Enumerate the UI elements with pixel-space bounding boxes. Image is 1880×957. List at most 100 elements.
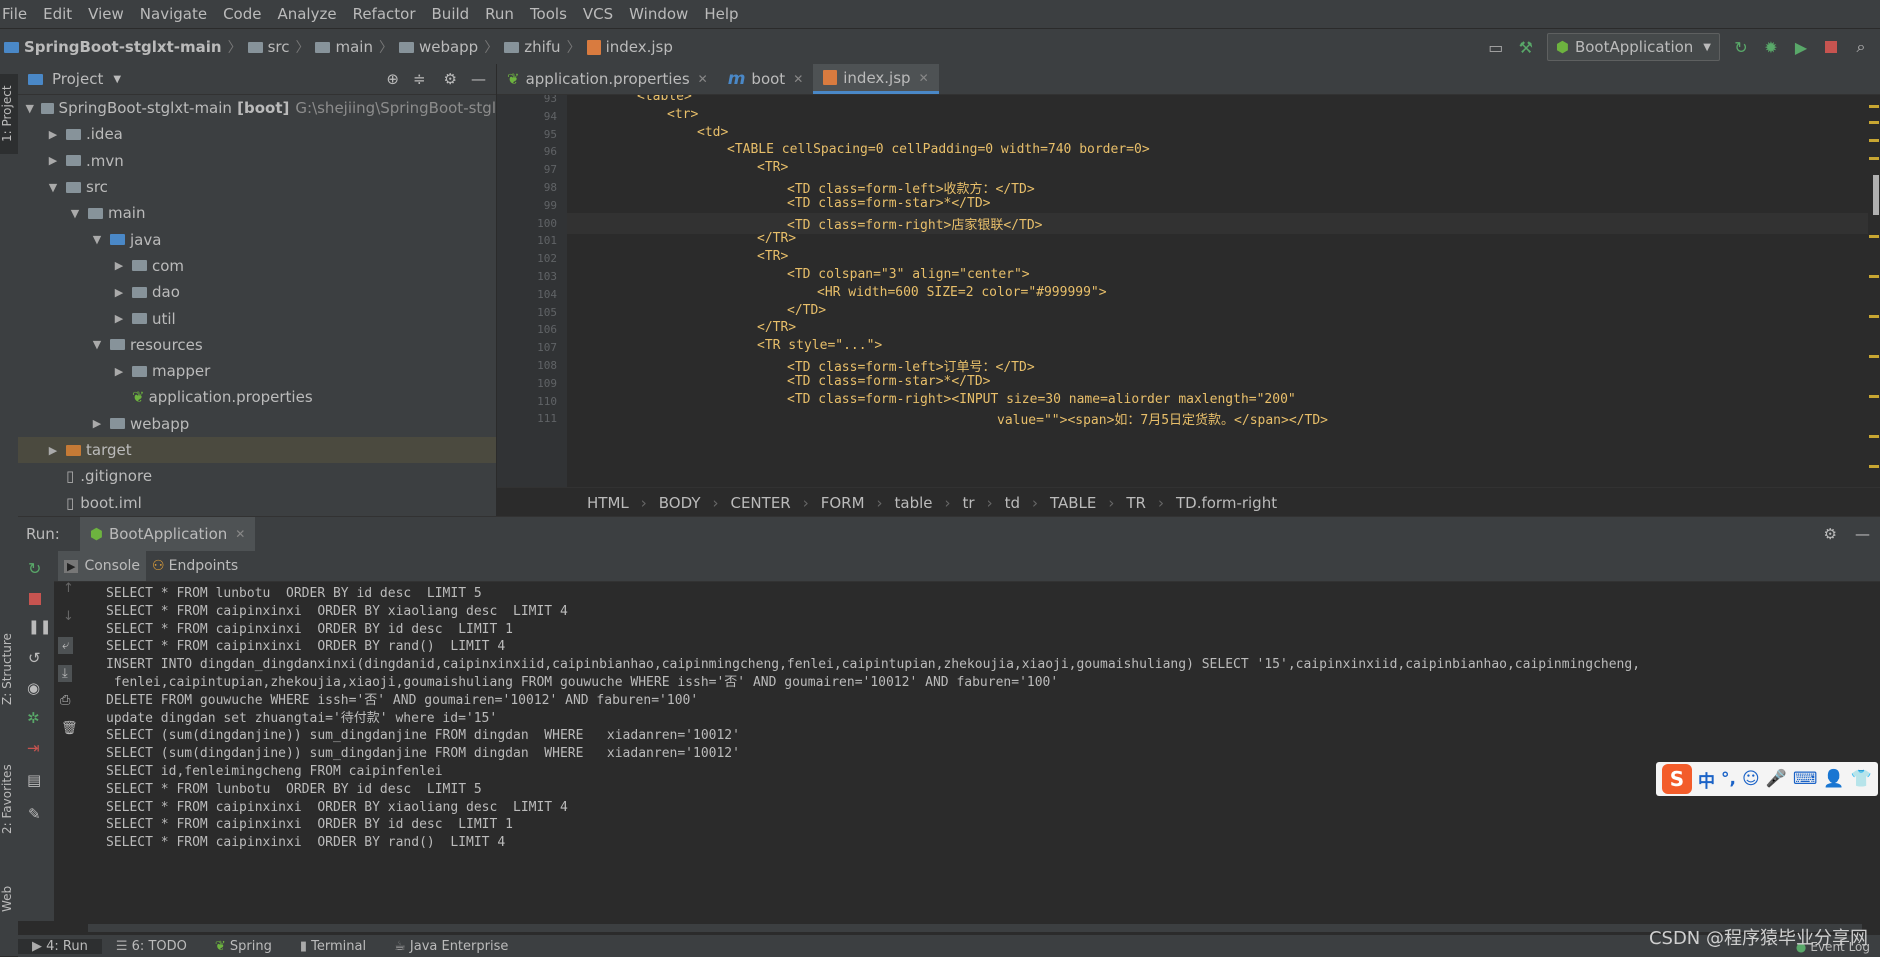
chevron-down-icon[interactable]: ▼ (24, 102, 35, 115)
close-icon[interactable]: ✕ (235, 527, 245, 541)
trash-icon[interactable]: 🗑 (61, 721, 78, 736)
chevron-right-icon[interactable]: ▶ (112, 286, 126, 299)
chevron-down-icon[interactable]: ▼ (46, 181, 60, 194)
locate-icon[interactable]: ⊕ (386, 70, 399, 88)
collapse-icon[interactable]: ≑ (413, 70, 426, 88)
bottom-tab[interactable]: ☰ 6: TODO (102, 939, 201, 954)
tag-breadcrumb-item[interactable]: tr (963, 494, 975, 512)
menu-vcs[interactable]: VCS (575, 0, 621, 28)
emoji-icon[interactable]: ☺ (1742, 769, 1760, 789)
user-icon[interactable]: 👤 (1823, 769, 1844, 789)
tag-breadcrumb-item[interactable]: CENTER (730, 494, 790, 512)
chevron-right-icon[interactable]: ▶ (46, 128, 60, 141)
tree-item[interactable]: ▶ dao (18, 279, 496, 305)
breadcrumb-item[interactable]: src (268, 38, 290, 56)
run-config-tab[interactable]: ⬢ BootApplication ✕ (79, 517, 256, 551)
tag-breadcrumb-item[interactable]: FORM (821, 494, 865, 512)
tab-project-tool[interactable]: 1: Project (0, 74, 18, 154)
tree-item[interactable]: ▼ java (18, 226, 496, 252)
menu-code[interactable]: Code (215, 0, 269, 28)
console-output[interactable]: SELECT * FROM lunbotu ORDER BY id desc L… (106, 585, 1880, 905)
menu-help[interactable]: Help (696, 0, 746, 28)
ime-toolbar[interactable]: S 中 °, ☺ 🎤 ⌨ 👤 👕 (1656, 762, 1878, 796)
tree-item[interactable]: ▶ webapp (18, 411, 496, 437)
tag-breadcrumb-item[interactable]: HTML (587, 494, 629, 512)
chevron-right-icon[interactable]: ▶ (112, 312, 126, 325)
gear-icon[interactable]: ⚙ (444, 70, 457, 88)
menu-edit[interactable]: Edit (35, 0, 80, 28)
exit-icon[interactable]: ⇥ (27, 739, 40, 757)
menu-window[interactable]: Window (621, 0, 696, 28)
tree-item[interactable]: ▶ .mvn (18, 148, 496, 174)
punctuation-icon[interactable]: °, (1721, 769, 1736, 789)
microphone-icon[interactable]: 🎤 (1766, 769, 1787, 789)
pin-icon[interactable]: ✎ (28, 805, 41, 823)
tree-item[interactable]: ▯ boot.iml (18, 489, 496, 515)
tree-item[interactable]: ▶ .idea (18, 121, 496, 147)
bottom-tab[interactable]: ▮ Terminal (286, 939, 380, 954)
menu-view[interactable]: View (80, 0, 132, 28)
chevron-down-icon[interactable]: ▼ (68, 207, 82, 220)
tree-item[interactable]: ▼ main (18, 200, 496, 226)
chevron-right-icon[interactable]: ▶ (46, 154, 60, 167)
gear-icon[interactable]: ⚙ (1824, 525, 1837, 543)
tree-item[interactable]: ▯ .gitignore (18, 463, 496, 489)
editor-tab[interactable]: index.jsp ✕ (813, 64, 939, 94)
restore-icon[interactable]: ↺ (28, 649, 41, 667)
layout-icon[interactable]: ▤ (27, 771, 41, 789)
tree-item[interactable]: ▼ resources (18, 332, 496, 358)
breadcrumb-item[interactable]: zhifu (524, 38, 560, 56)
tag-breadcrumb-item[interactable]: TABLE (1050, 494, 1096, 512)
menu-navigate[interactable]: Navigate (132, 0, 215, 28)
tree-item[interactable]: ▶ target (18, 436, 496, 464)
chevron-right-icon[interactable]: ▶ (112, 259, 126, 272)
print-icon[interactable]: ⎙ (60, 693, 70, 708)
soft-wrap-icon[interactable]: ⤶ (58, 637, 74, 654)
console-horizontal-scrollbar[interactable] (88, 924, 1862, 932)
tag-breadcrumb-item[interactable]: TR (1126, 494, 1146, 512)
chevron-right-icon[interactable]: ▶ (46, 444, 60, 457)
breadcrumb-item[interactable]: webapp (419, 38, 478, 56)
tree-item[interactable]: ▶ mapper (18, 358, 496, 384)
close-icon[interactable]: ✕ (793, 72, 803, 86)
chevron-right-icon[interactable]: ▶ (90, 417, 104, 430)
tag-breadcrumb-item[interactable]: td (1005, 494, 1020, 512)
tab-endpoints[interactable]: ⚇ Endpoints (146, 551, 244, 581)
scroll-to-end-icon[interactable]: ⤓ (58, 665, 72, 682)
chevron-down-icon[interactable]: ▼ (90, 338, 104, 351)
stop-icon[interactable] (29, 593, 41, 605)
tag-breadcrumb-item[interactable]: TD.form-right (1176, 494, 1277, 512)
tree-item[interactable]: ▼ SpringBoot-stglxt-main [boot] G:\shejii… (18, 95, 496, 121)
project-panel-title[interactable]: Project (52, 70, 103, 88)
breadcrumb-item[interactable]: main (335, 38, 372, 56)
menu-run[interactable]: Run (477, 0, 522, 28)
pause-icon[interactable]: ❚❚ (28, 619, 51, 635)
arrow-down-icon[interactable]: ↓ (63, 609, 74, 624)
bottom-tab[interactable]: ❦ Spring (201, 939, 286, 954)
tab-web-tool[interactable]: Web (0, 874, 18, 924)
close-icon[interactable]: ✕ (698, 72, 708, 86)
menu-refactor[interactable]: Refactor (345, 0, 424, 28)
debug-bug-icon[interactable]: ✹ (1762, 38, 1780, 57)
chevron-down-icon[interactable]: ▼ (90, 233, 104, 246)
tree-item[interactable]: ▶ com (18, 253, 496, 279)
tab-favorites-tool[interactable]: 2: Favorites (0, 754, 18, 844)
editor-tab[interactable]: m boot ✕ (718, 64, 814, 94)
rerun-icon[interactable]: ↻ (1732, 38, 1750, 57)
tab-structure-tool[interactable]: Z: Structure (0, 624, 18, 714)
tree-item[interactable]: ❦ application.properties (18, 384, 496, 410)
arrow-up-icon[interactable]: ↑ (63, 581, 74, 596)
tree-item[interactable]: ▶ util (18, 305, 496, 331)
chevron-down-icon[interactable]: ▼ (113, 74, 121, 85)
skin-icon[interactable]: 👕 (1851, 769, 1872, 789)
window-icon[interactable]: ▭ (1487, 38, 1505, 57)
menu-build[interactable]: Build (424, 0, 478, 28)
restart-icon[interactable]: ✲ (27, 709, 40, 727)
run-configuration-select[interactable]: ⬢ BootApplication ▼ (1546, 33, 1720, 61)
menu-tools[interactable]: Tools (522, 0, 575, 28)
code-area[interactable]: 93 94 95 96 97 98 99 100 101 102 103 104 105 106 107 10… (497, 95, 1880, 487)
tag-breadcrumb-item[interactable]: BODY (659, 494, 701, 512)
keyboard-icon[interactable]: ⌨ (1793, 769, 1818, 789)
stop-icon[interactable] (1822, 38, 1840, 56)
rerun-icon[interactable]: ↻ (28, 559, 41, 578)
